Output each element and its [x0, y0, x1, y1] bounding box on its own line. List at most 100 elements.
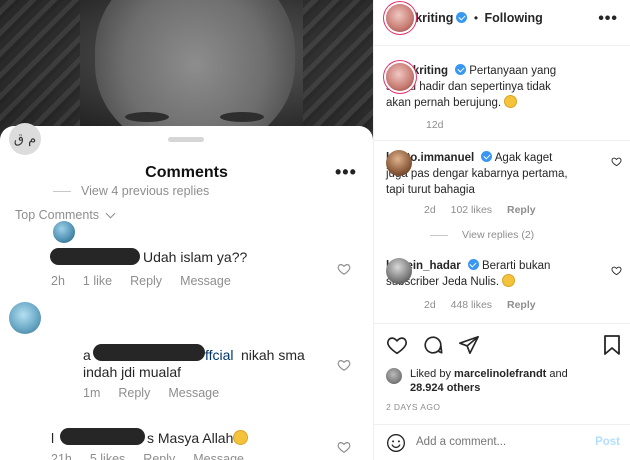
more-options-icon[interactable]: ••• — [598, 10, 618, 28]
comment-likes[interactable]: 102 likes — [451, 204, 492, 216]
avatar[interactable]: م ق — [9, 123, 41, 155]
comment-text: s Masya Allah — [147, 430, 234, 446]
avatar[interactable] — [386, 63, 414, 91]
comment-time: 2d — [424, 204, 436, 216]
heart-icon[interactable] — [337, 440, 351, 454]
comment-meta: 1m Reply Message — [83, 386, 237, 400]
comment-likes[interactable]: 448 likes — [451, 299, 492, 311]
sheet-grabber[interactable] — [168, 137, 204, 142]
liked-by-and: and — [549, 368, 568, 380]
comment-time: 21h — [51, 452, 72, 460]
caption-body: arie_kriting Pertanyaan yang selalu hadi… — [386, 63, 570, 111]
message-button[interactable]: Message — [180, 274, 231, 288]
comment-bubble-icon[interactable] — [422, 334, 444, 356]
comment-item: kristo.immanuel Agak kaget juga pas deng… — [386, 150, 570, 198]
laughing-emoji-icon — [502, 274, 516, 287]
comment-text-line2: indah jdi mualaf — [83, 364, 182, 380]
comment-body: kristo.immanuel Agak kaget juga pas deng… — [386, 150, 570, 198]
photo-background-rocks — [0, 0, 80, 140]
comment-likes[interactable]: 1 like — [83, 274, 112, 288]
comment-time: 2d — [424, 299, 436, 311]
view-previous-label: View 4 previous replies — [81, 184, 210, 198]
view-replies-label: View replies (2) — [462, 229, 535, 241]
message-button[interactable]: Message — [193, 452, 244, 460]
avatar[interactable] — [386, 4, 414, 32]
post-button[interactable]: Post — [595, 436, 620, 448]
top-comments-filter[interactable]: Top Comments — [15, 208, 116, 222]
divider — [374, 45, 630, 46]
header-separator: • — [473, 11, 479, 25]
redacted-username — [93, 344, 205, 361]
avatar[interactable] — [53, 221, 75, 243]
liked-by-user[interactable]: marcelinolefrandt — [454, 368, 546, 380]
comment-likes[interactable]: 5 likes — [90, 452, 125, 460]
divider — [374, 323, 630, 324]
heart-icon[interactable] — [337, 358, 351, 372]
comment-meta: 2h 1 like Reply Message — [51, 274, 249, 288]
add-comment-input[interactable] — [416, 436, 586, 448]
mentioned-handle[interactable]: ffcial — [205, 347, 234, 363]
comment-text: nikah sma — [241, 347, 305, 363]
sheet-title: Comments — [145, 164, 228, 181]
comments-sheet: Comments ••• Top Comments — [0, 126, 373, 460]
post-photo-area: Comments ••• Top Comments م ق Udah islam… — [0, 0, 373, 460]
verified-badge-icon — [481, 151, 493, 162]
heart-icon[interactable] — [611, 265, 622, 276]
avatar[interactable] — [386, 150, 412, 176]
reply-button[interactable]: Reply — [143, 452, 175, 460]
post-caption: arie_kriting Pertanyaan yang selalu hadi… — [386, 63, 570, 111]
like-heart-icon[interactable] — [386, 334, 408, 356]
photo-eye-left — [125, 112, 169, 122]
divider — [374, 140, 630, 141]
comment-meta: 21h 5 likes Reply Message — [51, 452, 262, 460]
liked-by-others[interactable]: 28.924 others — [410, 382, 480, 394]
redacted-username — [60, 428, 145, 445]
photo-face — [95, 0, 295, 140]
comment-meta: 2d 448 likes Reply — [424, 299, 548, 311]
liked-by-prefix: Liked by — [410, 368, 451, 380]
post-photo — [0, 0, 373, 140]
reply-button[interactable]: Reply — [507, 299, 536, 311]
reply-username-prefix: a — [83, 347, 91, 363]
comment-time: 1m — [83, 386, 101, 400]
heart-eyes-emoji-icon — [233, 430, 248, 445]
heart-icon[interactable] — [337, 262, 351, 276]
view-previous-replies[interactable]: View 4 previous replies — [53, 184, 209, 198]
following-button[interactable]: Following — [485, 11, 543, 25]
post-header: arie_kriting • Following — [386, 4, 543, 32]
comment-text: Udah islam ya?? — [143, 249, 248, 265]
grinning-emoji-icon — [504, 95, 518, 108]
liked-by: Liked by marcelinolefrandt and 28.924 ot… — [386, 367, 568, 395]
comment-body: husein_hadar Berarti bukan subscriber Je… — [386, 258, 570, 290]
divider — [374, 424, 630, 425]
avatar[interactable] — [386, 258, 412, 284]
heart-icon[interactable] — [611, 156, 622, 167]
view-replies-button[interactable]: View replies (2) — [430, 229, 534, 241]
avatar[interactable] — [9, 302, 41, 334]
avatar[interactable] — [386, 368, 402, 384]
comment-time: 2h — [51, 274, 65, 288]
reply-button[interactable]: Reply — [507, 204, 536, 216]
share-paper-plane-icon[interactable] — [458, 334, 480, 356]
bookmark-icon[interactable] — [602, 334, 622, 356]
divider-line — [53, 190, 71, 192]
photo-background-rocks-right — [303, 0, 373, 140]
verified-badge-icon — [455, 64, 466, 75]
caption-time: 12d — [426, 119, 444, 131]
comment-item: husein_hadar Berarti bukan subscriber Je… — [386, 258, 570, 290]
chevron-down-icon — [105, 208, 116, 218]
emoji-picker-icon[interactable] — [386, 433, 406, 453]
divider-line — [430, 234, 448, 236]
more-options-icon[interactable]: ••• — [335, 162, 357, 183]
verified-badge-icon — [467, 259, 479, 270]
post-date: 2 DAYS AGO — [386, 402, 441, 412]
reply-button[interactable]: Reply — [118, 386, 150, 400]
photo-eye-right — [220, 112, 264, 122]
post-detail-panel: arie_kriting • Following ••• arie_kritin… — [373, 0, 630, 460]
reply-button[interactable]: Reply — [130, 274, 162, 288]
message-button[interactable]: Message — [168, 386, 219, 400]
action-bar — [386, 334, 480, 356]
comment-meta: 2d 102 likes Reply — [424, 204, 548, 216]
redacted-username — [50, 248, 140, 265]
verified-badge-icon — [456, 12, 468, 23]
